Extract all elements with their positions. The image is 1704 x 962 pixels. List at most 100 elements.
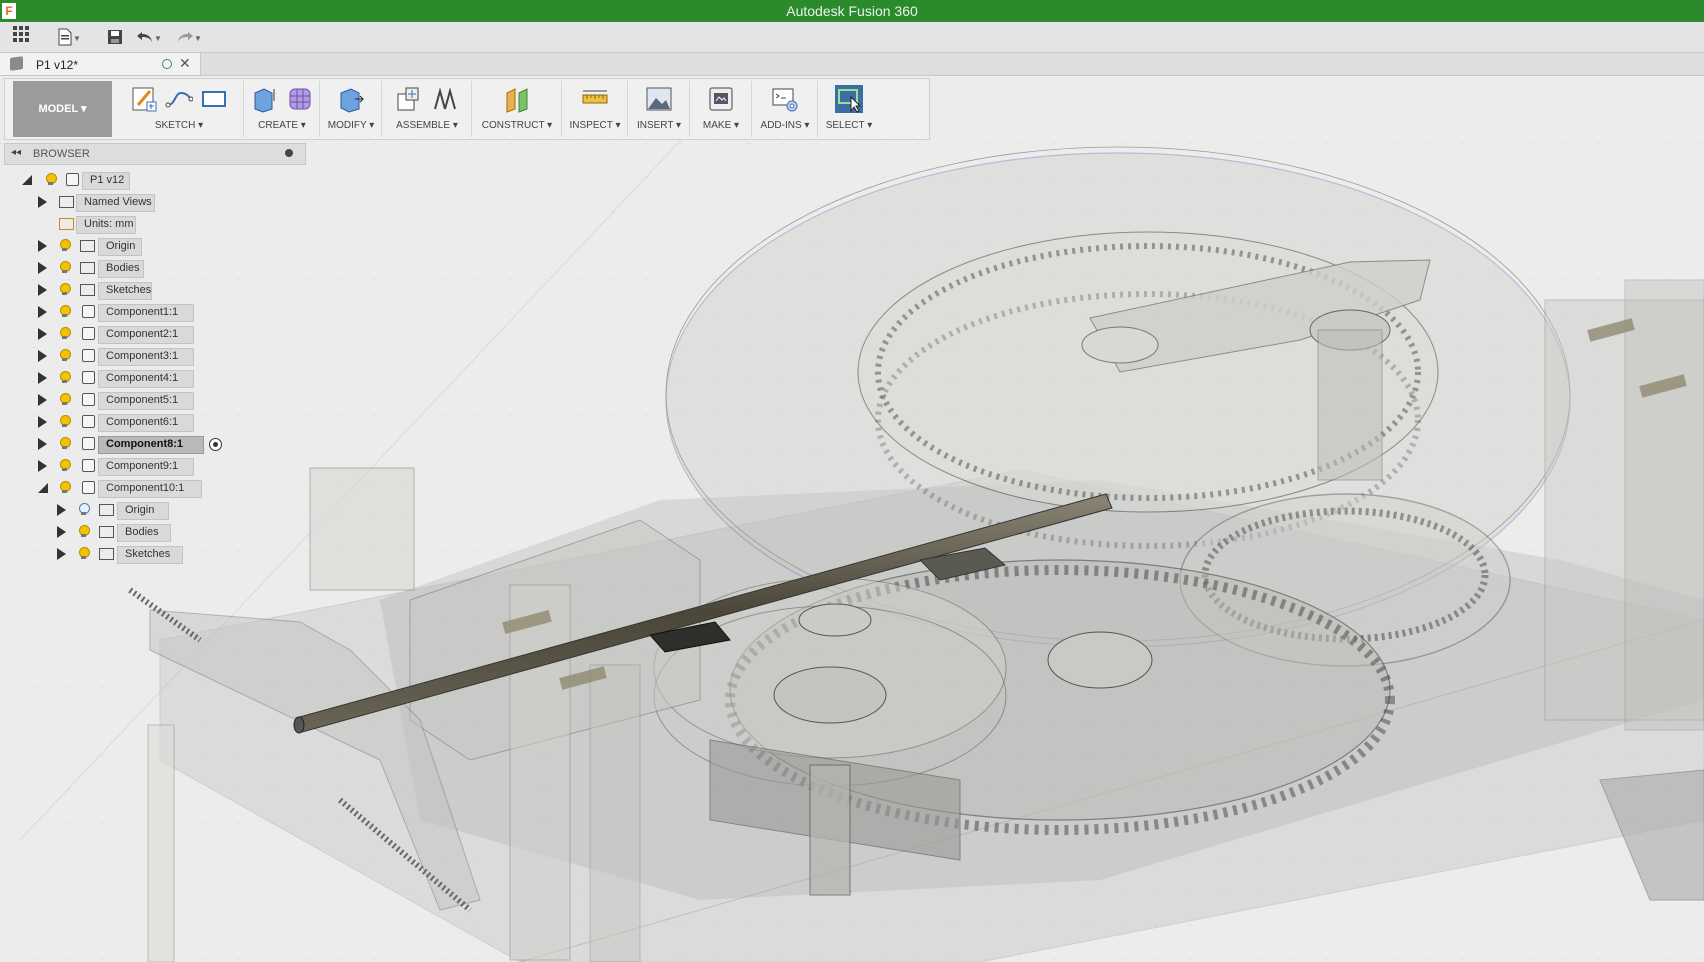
expand-toggle-icon[interactable] <box>38 483 48 493</box>
create-label: CREATE <box>258 120 298 131</box>
visibility-bulb-icon[interactable] <box>59 459 71 472</box>
visibility-bulb-icon[interactable] <box>59 437 71 450</box>
tree-node-component2[interactable]: Component2:1 <box>0 324 200 344</box>
tree-node-sub-sketches[interactable]: Sketches <box>0 544 200 564</box>
workspace-switcher[interactable]: MODEL ▾ <box>13 81 112 137</box>
assemble-menu[interactable]: ASSEMBLE ▾ <box>383 120 471 131</box>
expand-toggle-icon[interactable] <box>38 262 47 274</box>
insert-group[interactable]: INSERT ▾ <box>629 81 690 137</box>
sketch-group[interactable]: SKETCH ▾ <box>115 81 244 137</box>
add-ins-group[interactable]: ADD-INS ▾ <box>753 81 818 137</box>
visibility-bulb-icon[interactable] <box>45 173 57 186</box>
measure-icon[interactable] <box>581 85 609 113</box>
new-component-icon[interactable] <box>395 85 423 113</box>
tree-node-root[interactable]: P1 v12 <box>0 170 180 190</box>
visibility-bulb-icon[interactable] <box>59 481 71 494</box>
document-tab[interactable]: P1 v12* ✕ <box>0 53 201 75</box>
save-icon[interactable] <box>104 25 126 49</box>
form-icon[interactable] <box>286 85 314 113</box>
construct-menu[interactable]: CONSTRUCT ▾ <box>473 120 561 131</box>
assemble-group[interactable]: ASSEMBLE ▾ <box>383 81 472 137</box>
tree-node-component5[interactable]: Component5:1 <box>0 390 200 410</box>
visibility-bulb-icon[interactable] <box>78 547 90 560</box>
browser-header[interactable]: ◂◂ BROWSER <box>4 143 306 165</box>
activate-component-icon[interactable] <box>209 438 222 451</box>
tree-node-bodies[interactable]: Bodies <box>0 258 180 278</box>
expand-toggle-icon[interactable] <box>57 504 66 516</box>
expand-toggle-icon[interactable] <box>38 350 47 362</box>
scripts-addins-icon[interactable] <box>771 85 799 113</box>
spline-icon[interactable] <box>165 85 194 113</box>
minimize-browser-icon[interactable] <box>285 149 293 157</box>
visibility-bulb-icon[interactable] <box>78 525 90 538</box>
rectangle-icon[interactable] <box>200 85 228 113</box>
select-group[interactable]: SELECT ▾ <box>819 81 879 137</box>
tree-node-component10[interactable]: Component10:1 <box>0 478 210 498</box>
close-tab-icon[interactable]: ✕ <box>179 55 191 72</box>
select-menu[interactable]: SELECT ▾ <box>819 120 879 131</box>
expand-toggle-icon[interactable] <box>57 526 66 538</box>
tree-node-component8[interactable]: Component8:1 <box>0 434 240 454</box>
tree-node-origin[interactable]: Origin <box>0 236 180 256</box>
visibility-bulb-icon[interactable] <box>59 327 71 340</box>
create-menu[interactable]: CREATE ▾ <box>245 120 319 131</box>
visibility-bulb-icon[interactable] <box>59 261 71 274</box>
visibility-bulb-icon[interactable] <box>59 239 71 252</box>
apps-grid-icon[interactable] <box>10 25 32 49</box>
extrude-icon[interactable] <box>250 85 278 113</box>
redo-icon[interactable]: ▼ <box>174 25 204 49</box>
expand-toggle-icon[interactable] <box>38 196 47 208</box>
tree-node-units[interactable]: Units: mm <box>0 214 180 234</box>
expand-toggle-icon[interactable] <box>38 372 47 384</box>
expand-toggle-icon[interactable] <box>22 175 32 185</box>
expand-toggle-icon[interactable] <box>38 306 47 318</box>
collapse-browser-icon[interactable]: ◂◂ <box>11 147 21 158</box>
make-group[interactable]: MAKE ▾ <box>691 81 752 137</box>
visibility-bulb-icon[interactable] <box>59 393 71 406</box>
inspect-group[interactable]: INSPECT ▾ <box>563 81 628 137</box>
create-group[interactable]: CREATE ▾ <box>245 81 320 137</box>
modify-group[interactable]: MODIFY ▾ <box>321 81 382 137</box>
insert-menu[interactable]: INSERT ▾ <box>629 120 689 131</box>
visibility-bulb-icon[interactable] <box>59 371 71 384</box>
expand-toggle-icon[interactable] <box>38 394 47 406</box>
visibility-bulb-icon[interactable] <box>59 305 71 318</box>
tree-node-sub-origin[interactable]: Origin <box>0 500 200 520</box>
sketch-menu[interactable]: SKETCH ▾ <box>115 120 243 131</box>
expand-toggle-icon[interactable] <box>38 328 47 340</box>
joint-icon[interactable] <box>431 85 459 113</box>
create-sketch-icon[interactable] <box>130 85 158 113</box>
expand-toggle-icon[interactable] <box>38 240 47 252</box>
visibility-bulb-icon[interactable] <box>59 349 71 362</box>
tree-node-component1[interactable]: Component1:1 <box>0 302 200 322</box>
insert-image-icon[interactable] <box>645 85 673 113</box>
3d-print-icon[interactable] <box>707 85 735 113</box>
visibility-bulb-icon[interactable] <box>59 283 71 296</box>
construct-group[interactable]: CONSTRUCT ▾ <box>473 81 562 137</box>
tree-node-sketches[interactable]: Sketches <box>0 280 180 300</box>
expand-toggle-icon[interactable] <box>57 548 66 560</box>
tree-node-component9[interactable]: Component9:1 <box>0 456 200 476</box>
tree-node-sub-bodies[interactable]: Bodies <box>0 522 200 542</box>
press-pull-icon[interactable] <box>337 85 365 113</box>
tree-node-component6[interactable]: Component6:1 <box>0 412 200 432</box>
file-menu-icon[interactable]: ▼ <box>54 25 84 49</box>
make-menu[interactable]: MAKE ▾ <box>691 120 751 131</box>
offset-plane-icon[interactable] <box>503 85 531 113</box>
visibility-bulb-icon[interactable] <box>78 503 90 516</box>
tree-node-named-views[interactable]: Named Views <box>0 192 180 212</box>
undo-icon[interactable]: ▼ <box>134 25 164 49</box>
expand-toggle-icon[interactable] <box>38 416 47 428</box>
add-ins-menu[interactable]: ADD-INS ▾ <box>753 120 817 131</box>
sync-status-icon <box>162 59 172 69</box>
modify-menu[interactable]: MODIFY ▾ <box>321 120 381 131</box>
expand-toggle-icon[interactable] <box>38 460 47 472</box>
visibility-bulb-icon[interactable] <box>59 415 71 428</box>
inspect-menu[interactable]: INSPECT ▾ <box>563 120 627 131</box>
expand-toggle-icon[interactable] <box>38 284 47 296</box>
3d-viewport[interactable] <box>0 76 1704 962</box>
expand-toggle-icon[interactable] <box>38 438 47 450</box>
tree-node-component4[interactable]: Component4:1 <box>0 368 200 388</box>
tree-node-component3[interactable]: Component3:1 <box>0 346 200 366</box>
select-icon[interactable] <box>835 85 863 113</box>
